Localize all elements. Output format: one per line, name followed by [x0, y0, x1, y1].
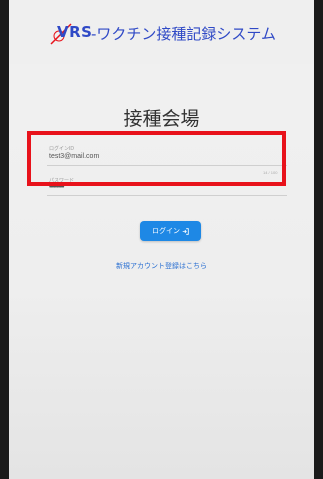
register-link[interactable]: 新規アカウント登録はこちら: [9, 261, 314, 271]
logo-text: VRS: [57, 23, 93, 41]
login-arrow-icon: [182, 227, 189, 235]
red-highlight-box: [27, 131, 286, 186]
password-underline: [47, 195, 287, 196]
app-screen: VRS -ワクチン接種記録システム 接種会場 ログインID test3@mail…: [9, 0, 314, 479]
login-button-label: ログイン: [152, 227, 180, 235]
device-frame: VRS -ワクチン接種記録システム 接種会場 ログインID test3@mail…: [0, 0, 323, 479]
app-title: -ワクチン接種記録システム: [91, 25, 276, 43]
login-button[interactable]: ログイン: [140, 221, 201, 241]
page-title: 接種会場: [123, 108, 200, 130]
app-header: VRS -ワクチン接種記録システム: [9, 0, 314, 64]
